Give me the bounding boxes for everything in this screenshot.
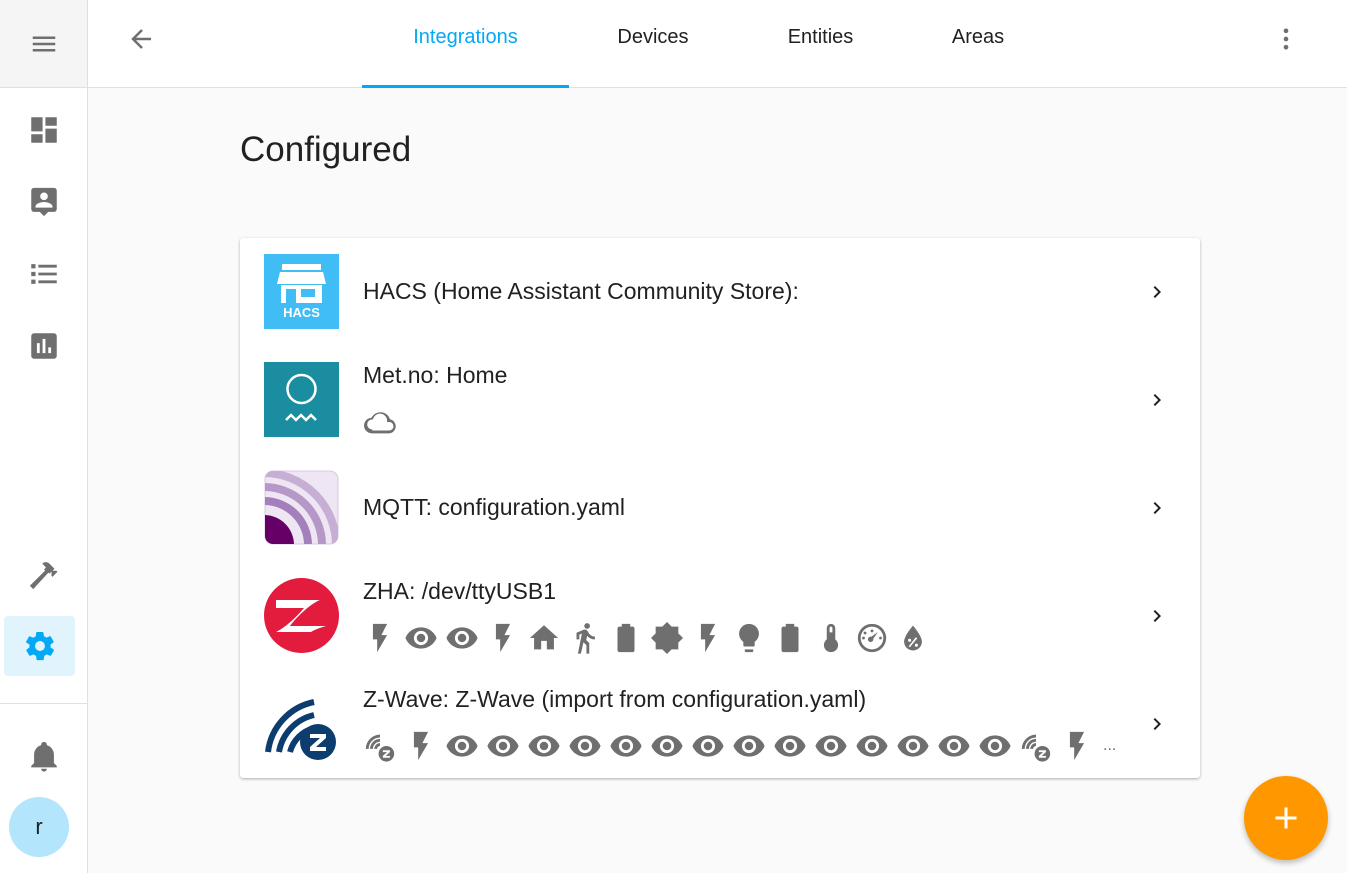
integration-title: MQTT: configuration.yaml	[363, 494, 626, 520]
sidebar-item-developer-tools[interactable]	[0, 545, 88, 605]
z-wave-icon[interactable]	[1019, 728, 1060, 764]
plus-icon	[1275, 807, 1297, 829]
chevron-right-icon	[1145, 602, 1169, 630]
eye-icon[interactable]	[937, 728, 978, 764]
brightness-icon[interactable]	[650, 620, 691, 656]
bell-icon	[31, 741, 57, 772]
tab-label: Areas	[951, 26, 1005, 48]
sidebar-item-map[interactable]	[0, 172, 88, 232]
sidebar-item-history[interactable]	[0, 316, 88, 376]
eye-icon[interactable]	[814, 728, 855, 764]
entity-icons	[363, 404, 404, 440]
list-icon	[31, 264, 57, 284]
flash-icon[interactable]	[486, 620, 527, 656]
integration-row-zha[interactable]: ZHA: /dev/ttyUSB1	[240, 562, 1200, 670]
svg-text:HACS: HACS	[283, 305, 320, 320]
menu-icon	[32, 36, 55, 51]
zha-logo	[264, 578, 339, 653]
eye-icon[interactable]	[486, 728, 527, 764]
integration-row-met[interactable]: Met.no: Home	[240, 346, 1200, 454]
sidebar-item-overview[interactable]	[0, 100, 88, 160]
integrations-card: HACS HACS (Home Assistant Community Stor…	[240, 238, 1200, 778]
integration-title: ZHA: /dev/ttyUSB1	[363, 578, 557, 604]
avatar[interactable]: r	[9, 797, 69, 857]
gauge-icon[interactable]	[855, 620, 896, 656]
eye-icon[interactable]	[609, 728, 650, 764]
dashboard-icon	[31, 117, 57, 143]
chevron-right-icon	[1145, 386, 1169, 414]
eye-icon[interactable]	[978, 728, 1019, 764]
overflow-menu-button[interactable]	[1271, 22, 1301, 56]
eye-icon[interactable]	[650, 728, 691, 764]
sidebar-item-notifications[interactable]	[0, 726, 88, 786]
tab-label: Integrations	[413, 26, 518, 48]
avatar-initial: r	[35, 814, 43, 839]
tab-label: Devices	[617, 26, 689, 48]
tab-areas[interactable]: Areas	[904, 0, 1052, 88]
eye-icon[interactable]	[568, 728, 609, 764]
chart-box-icon	[31, 333, 57, 359]
flash-icon[interactable]	[363, 620, 404, 656]
cog-icon	[25, 631, 54, 661]
eye-icon[interactable]	[691, 728, 732, 764]
lightbulb-icon[interactable]	[732, 620, 773, 656]
integration-row-mqtt[interactable]: MQTT: configuration.yaml	[240, 454, 1200, 562]
integration-title: HACS (Home Assistant Community Store):	[363, 278, 799, 304]
eye-icon[interactable]	[855, 728, 896, 764]
sidebar-divider	[0, 703, 88, 704]
tab-devices[interactable]: Devices	[569, 0, 737, 88]
flash-icon[interactable]	[691, 620, 732, 656]
eye-icon[interactable]	[445, 620, 486, 656]
account-box-icon	[31, 187, 57, 217]
eye-icon[interactable]	[445, 728, 486, 764]
hammer-icon	[29, 562, 58, 590]
zwave-logo	[264, 686, 339, 761]
add-integration-button[interactable]	[1244, 776, 1328, 860]
eye-icon[interactable]	[527, 728, 568, 764]
met-no-logo	[264, 362, 339, 437]
sidebar-item-configuration[interactable]	[4, 616, 75, 676]
walk-icon[interactable]	[568, 620, 609, 656]
tab-entities[interactable]: Entities	[737, 0, 904, 88]
entity-icons: ...	[363, 728, 1116, 764]
eye-icon[interactable]	[896, 728, 937, 764]
mqtt-logo	[264, 470, 339, 545]
hacs-logo: HACS	[264, 254, 339, 329]
home-icon[interactable]	[527, 620, 568, 656]
tab-integrations[interactable]: Integrations	[362, 0, 569, 88]
battery-icon[interactable]	[609, 620, 650, 656]
chevron-right-icon	[1145, 278, 1169, 306]
sidebar-item-logbook[interactable]	[0, 244, 88, 304]
tab-bar: Integrations Devices Entities Areas	[362, 0, 1052, 88]
menu-button[interactable]	[0, 0, 87, 88]
chevron-right-icon	[1145, 710, 1169, 738]
dots-vertical-icon	[1283, 28, 1289, 50]
integration-row-hacs[interactable]: HACS HACS (Home Assistant Community Stor…	[240, 238, 1200, 346]
flash-icon[interactable]	[1060, 728, 1101, 764]
more-entities-indicator: ...	[1103, 737, 1117, 754]
water-percent-icon[interactable]	[896, 620, 937, 656]
eye-icon[interactable]	[732, 728, 773, 764]
integration-title: Met.no: Home	[363, 362, 508, 388]
battery-icon[interactable]	[773, 620, 814, 656]
entity-icons	[363, 620, 937, 656]
eye-icon[interactable]	[773, 728, 814, 764]
thermometer-icon[interactable]	[814, 620, 855, 656]
weather-cloudy-icon[interactable]	[363, 404, 404, 440]
tab-label: Entities	[787, 26, 854, 48]
page-title: Configured	[240, 130, 412, 169]
z-wave-icon[interactable]	[363, 728, 404, 764]
back-button[interactable]	[124, 22, 158, 56]
toolbar: Integrations Devices Entities Areas	[88, 0, 1347, 88]
chevron-right-icon	[1145, 494, 1169, 522]
integration-row-zwave[interactable]: Z-Wave: Z-Wave (import from configuratio…	[240, 670, 1200, 778]
flash-icon[interactable]	[404, 728, 445, 764]
arrow-left-icon	[131, 29, 151, 49]
sidebar: r	[0, 0, 88, 873]
integration-title: Z-Wave: Z-Wave (import from configuratio…	[363, 686, 867, 712]
eye-icon[interactable]	[404, 620, 445, 656]
